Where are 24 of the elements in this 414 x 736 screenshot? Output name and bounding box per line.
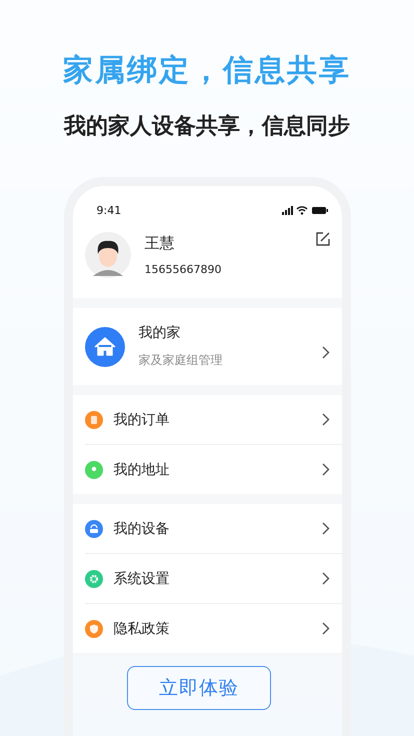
menu-item[interactable]: 系统设置 [84, 553, 342, 603]
edit-icon[interactable] [316, 232, 330, 246]
menu-item[interactable]: 我的地址 [84, 444, 342, 494]
user-name: 王慧 [144, 234, 176, 253]
chevron-icon [322, 522, 330, 535]
chevron-icon [322, 413, 330, 426]
user-phone: 15655667890 [144, 263, 222, 276]
chevron-icon [322, 572, 330, 585]
chevron-icon [322, 622, 330, 635]
subheadline: 我的家人设备共享，信息同步 [64, 112, 350, 141]
menu-item[interactable]: 我的设备 [84, 504, 342, 553]
status-icons [282, 206, 328, 214]
family-item[interactable]: 我的家 家及家庭组管理 [72, 308, 342, 385]
chevron-icon [322, 463, 330, 476]
try-now-button[interactable]: 立即体验 [127, 666, 271, 710]
family-title: 我的家 [138, 324, 182, 342]
menu-item[interactable]: 我的订单 [84, 395, 342, 444]
family-subtitle: 家及家庭组管理 [138, 352, 224, 369]
menu-item[interactable]: 隐私政策 [84, 603, 342, 653]
headline: 家属绑定，信息共享 [63, 52, 351, 90]
status-time: 9:41 [96, 204, 122, 216]
house-icon [84, 326, 124, 366]
avatar [84, 232, 130, 278]
chevron-icon [322, 346, 330, 359]
